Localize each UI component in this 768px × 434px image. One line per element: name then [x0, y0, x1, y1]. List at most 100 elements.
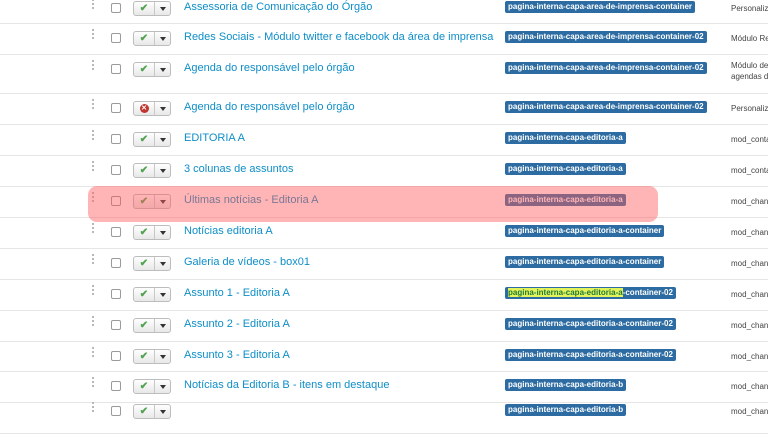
caret-down-icon[interactable]: [155, 405, 170, 418]
table-row[interactable]: ✔ Assunto 1 - Editoria A pagina-interna-ca…: [0, 280, 768, 311]
module-title-link[interactable]: Notícias editoria A: [184, 225, 273, 237]
position-badge: pagina-interna-capa-editoria-a: [505, 163, 626, 175]
module-title-link[interactable]: Assunto 2 - Editoria A: [184, 318, 290, 330]
position-badge: pagina-interna-capa-editoria-a-container…: [505, 318, 676, 330]
table-row[interactable]: ✔ Assunto 2 - Editoria A pagina-interna-ca…: [0, 311, 768, 342]
module-title-link[interactable]: Assunto 1 - Editoria A: [184, 287, 290, 299]
caret-down-icon[interactable]: [155, 2, 170, 15]
module-type: Personaliz: [731, 3, 768, 14]
caret-down-icon[interactable]: [155, 32, 170, 45]
module-type: mod_chan: [731, 196, 768, 207]
table-row[interactable]: ✔ Galeria de vídeos - box01 pagina-interna…: [0, 249, 768, 280]
status-toggle-button[interactable]: ✔: [133, 256, 171, 271]
row-checkbox[interactable]: [111, 227, 121, 237]
module-title-link[interactable]: EDITORIA A: [184, 132, 245, 144]
position-badge-selected-text: pagina-interna-capa-editoria-a: [508, 288, 623, 297]
check-icon: ✔: [139, 405, 149, 417]
module-title-link[interactable]: Notícias da Editoria B - itens em destaq…: [184, 379, 389, 391]
drag-handle-icon[interactable]: [92, 192, 96, 202]
cross-icon: ✕: [139, 104, 149, 113]
drag-handle-icon[interactable]: [92, 29, 96, 39]
module-title-link[interactable]: Assessoria de Comunicação do Órgão: [184, 1, 372, 13]
status-toggle-button[interactable]: ✔: [133, 163, 171, 178]
status-toggle-button[interactable]: ✔: [133, 404, 171, 419]
module-title-link[interactable]: 3 colunas de assuntos: [184, 163, 293, 175]
caret-down-icon[interactable]: [155, 63, 170, 76]
drag-handle-icon[interactable]: [92, 0, 96, 9]
drag-handle-icon[interactable]: [92, 285, 96, 295]
drag-handle-icon[interactable]: [92, 316, 96, 326]
status-toggle-button[interactable]: ✔: [133, 379, 171, 394]
module-title-link[interactable]: Galeria de vídeos - box01: [184, 256, 310, 268]
table-row[interactable]: ✔ Agenda do responsável pelo órgão pagina-…: [0, 55, 768, 94]
position-badge-text: pagina-interna-capa-editoria-a-container: [508, 257, 662, 266]
row-checkbox[interactable]: [111, 351, 121, 361]
status-toggle-button[interactable]: ✔: [133, 287, 171, 302]
module-type: mod_conta: [731, 165, 768, 176]
row-checkbox[interactable]: [111, 134, 121, 144]
module-title-link[interactable]: Redes Sociais - Módulo twitter e faceboo…: [184, 31, 493, 43]
module-type: mod_chan: [731, 320, 768, 331]
caret-down-icon[interactable]: [155, 226, 170, 239]
position-badge-text: pagina-interna-capa-editoria-a-container: [508, 226, 662, 235]
status-toggle-button[interactable]: ✔: [133, 132, 171, 147]
row-checkbox[interactable]: [111, 165, 121, 175]
status-toggle-button[interactable]: ✔: [133, 349, 171, 364]
row-checkbox[interactable]: [111, 381, 121, 391]
caret-down-icon[interactable]: [155, 288, 170, 301]
row-checkbox[interactable]: [111, 406, 121, 416]
drag-handle-icon[interactable]: [92, 347, 96, 357]
caret-down-icon[interactable]: [155, 133, 170, 146]
row-checkbox[interactable]: [111, 103, 121, 113]
module-title-link[interactable]: Assunto 3 - Editoria A: [184, 349, 290, 361]
module-title-link[interactable]: Agenda do responsável pelo órgão: [184, 101, 355, 113]
status-toggle-button[interactable]: ✔: [133, 1, 171, 16]
row-checkbox[interactable]: [111, 289, 121, 299]
caret-down-icon[interactable]: [155, 380, 170, 393]
table-row[interactable]: ✔ Redes Sociais - Módulo twitter e facebo…: [0, 24, 768, 55]
position-badge-text: pagina-interna-capa-editoria-a-container…: [508, 319, 673, 328]
caret-down-icon[interactable]: [155, 102, 170, 115]
row-checkbox[interactable]: [111, 196, 121, 206]
table-row[interactable]: ✔ 3 colunas de assuntos pagina-interna-cap…: [0, 156, 768, 187]
caret-down-icon[interactable]: [155, 195, 170, 208]
module-title-link[interactable]: Últimas notícias - Editoria A: [184, 194, 319, 206]
drag-handle-icon[interactable]: [92, 130, 96, 140]
drag-handle-icon[interactable]: [92, 223, 96, 233]
drag-handle-icon[interactable]: [92, 60, 96, 70]
position-badge: pagina-interna-capa-area-de-imprensa-con…: [505, 1, 696, 13]
table-row[interactable]: ✕ Agenda do responsável pelo órgão pagina-…: [0, 94, 768, 125]
drag-handle-icon[interactable]: [92, 402, 96, 412]
position-badge-text: -container-02: [622, 288, 673, 297]
status-toggle-button[interactable]: ✔: [133, 62, 171, 77]
module-title-link[interactable]: Agenda do responsável pelo órgão: [184, 62, 355, 74]
table-row[interactable]: ✔ pagina-interna-capa-editoria-b mod_chan: [0, 402, 768, 434]
status-toggle-button[interactable]: ✔: [133, 225, 171, 240]
table-row[interactable]: ✔ Assunto 3 - Editoria A pagina-interna-ca…: [0, 342, 768, 372]
table-row[interactable]: ✔ Notícias da Editoria B - itens em desta…: [0, 372, 768, 403]
status-toggle-button[interactable]: ✔: [133, 318, 171, 333]
drag-handle-icon[interactable]: [92, 377, 96, 387]
check-icon: ✔: [139, 380, 149, 392]
table-row[interactable]: ✔ Últimas notícias - Editoria A pagina-int…: [0, 187, 768, 218]
drag-handle-icon[interactable]: [92, 254, 96, 264]
caret-down-icon[interactable]: [155, 164, 170, 177]
row-checkbox[interactable]: [111, 33, 121, 43]
caret-down-icon[interactable]: [155, 350, 170, 363]
drag-handle-icon[interactable]: [92, 99, 96, 109]
table-row[interactable]: ✔ EDITORIA A pagina-interna-capa-editoria-…: [0, 125, 768, 156]
row-checkbox[interactable]: [111, 64, 121, 74]
status-toggle-button[interactable]: ✔: [133, 31, 171, 46]
table-row[interactable]: ✔ Assessoria de Comunicação do Órgão pagin…: [0, 0, 768, 24]
table-row[interactable]: ✔ Notícias editoria A pagina-interna-capa-…: [0, 218, 768, 249]
row-checkbox[interactable]: [111, 258, 121, 268]
row-checkbox[interactable]: [111, 3, 121, 13]
caret-down-icon[interactable]: [155, 257, 170, 270]
check-icon: ✔: [139, 350, 149, 362]
status-toggle-button[interactable]: ✔: [133, 194, 171, 209]
caret-down-icon[interactable]: [155, 319, 170, 332]
drag-handle-icon[interactable]: [92, 161, 96, 171]
row-checkbox[interactable]: [111, 320, 121, 330]
status-toggle-button[interactable]: ✕: [133, 101, 171, 116]
module-type-text-line2: agendas d: [731, 72, 768, 81]
